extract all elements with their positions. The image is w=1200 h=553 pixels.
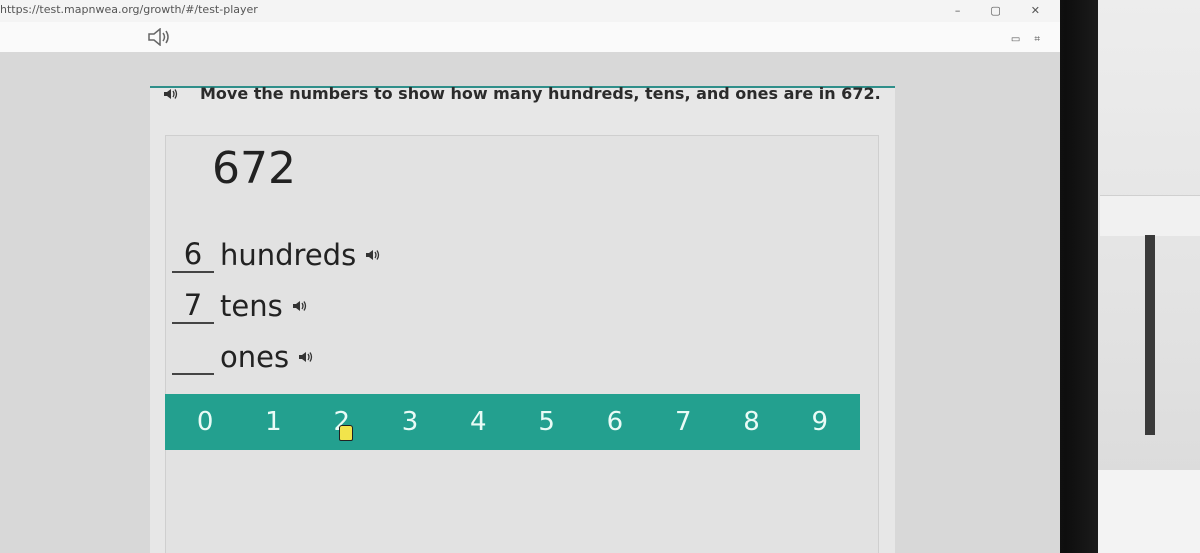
question-text: Move the numbers to show how many hundre… [200, 84, 881, 103]
test-toolbar: ▭ ⌗ [0, 22, 1060, 52]
maximize-button[interactable]: ▢ [990, 4, 1000, 17]
minimize-button[interactable]: – [955, 4, 961, 17]
number-tile-4[interactable]: 4 [457, 407, 499, 437]
tens-row: 7 tens [172, 288, 311, 324]
speaker-icon[interactable] [160, 86, 182, 102]
question-prompt: Move the numbers to show how many hundre… [160, 84, 881, 103]
speaker-icon[interactable] [295, 349, 317, 365]
number-tile-5[interactable]: 5 [526, 407, 568, 437]
hundreds-row: 6 hundreds [172, 237, 384, 273]
close-button[interactable]: ✕ [1031, 4, 1040, 17]
background-desk [1100, 195, 1200, 236]
target-number: 672 [212, 143, 296, 194]
number-tile-1[interactable]: 1 [252, 407, 294, 437]
address-bar[interactable]: https://test.mapnwea.org/growth/#/test-p… [0, 3, 258, 16]
toolbar-tools: ▭ ⌗ [1011, 34, 1040, 45]
window-controls: – ▢ ✕ [955, 4, 1040, 17]
hand-cursor-icon [338, 425, 353, 441]
hundreds-label: hundreds [220, 238, 357, 272]
background-desk-lower [1080, 470, 1200, 553]
number-tile-0[interactable]: 0 [184, 407, 226, 437]
number-tile-2[interactable]: 2 [321, 407, 363, 441]
monitor-screen: https://test.mapnwea.org/growth/#/test-p… [0, 0, 1060, 553]
number-tile-3[interactable]: 3 [389, 407, 431, 437]
speaker-icon[interactable] [362, 247, 384, 263]
browser-titlebar: https://test.mapnwea.org/growth/#/test-p… [0, 0, 1060, 23]
hundreds-drop-slot[interactable]: 6 [172, 237, 214, 273]
number-tile-8[interactable]: 8 [731, 407, 773, 437]
number-tile-6[interactable]: 6 [594, 407, 636, 437]
background-desk-leg [1145, 235, 1155, 435]
speaker-icon[interactable] [147, 27, 173, 50]
number-tile-7[interactable]: 7 [662, 407, 704, 437]
speaker-icon[interactable] [289, 298, 311, 314]
calculator-tool-icon[interactable]: ⌗ [1034, 34, 1040, 45]
number-tile-bar: 0 1 2 3 4 5 6 7 8 9 [165, 394, 860, 450]
tens-drop-slot[interactable]: 7 [172, 288, 214, 324]
tens-label: tens [220, 289, 283, 323]
screen-tool-icon[interactable]: ▭ [1011, 34, 1020, 45]
ones-drop-slot[interactable] [172, 339, 214, 375]
ones-label: ones [220, 340, 290, 374]
number-tile-9[interactable]: 9 [799, 407, 841, 437]
ones-row: ones [172, 339, 317, 375]
